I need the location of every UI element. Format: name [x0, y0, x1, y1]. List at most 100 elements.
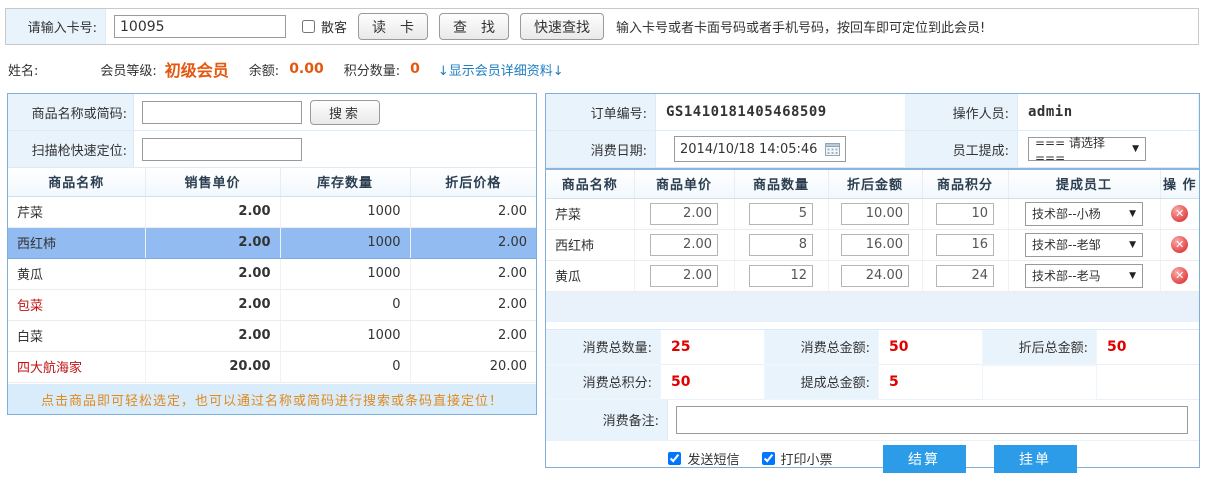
item-points-input-cell — [922, 229, 1008, 260]
item-staff-cell: 技术部--老邹▼ — [1008, 229, 1160, 260]
member-level-value: 初级会员 — [165, 57, 229, 81]
item-qty-input[interactable] — [749, 265, 813, 287]
product-name-cell: 四大航海家 — [8, 351, 145, 382]
walk-in-option[interactable]: 散客 — [302, 17, 347, 36]
staff-commission-label: 员工提成: — [906, 131, 1018, 168]
item-price-input-cell — [634, 198, 734, 229]
sale-price-cell: 2.00 — [145, 196, 280, 227]
product-row[interactable]: 包菜2.0002.00 — [8, 289, 536, 320]
chevron-down-icon: ▼ — [1129, 240, 1136, 250]
sale-price-cell: 2.00 — [145, 258, 280, 289]
card-search-bar: 请输入卡号: 散客 读 卡 查 找 快速查找 输入卡号或者卡面号码或者手机号码，… — [5, 8, 1199, 45]
discount-price-cell: 2.00 — [410, 196, 536, 227]
sale-price-cell: 2.00 — [145, 227, 280, 258]
find-button[interactable]: 查 找 — [439, 13, 509, 40]
send-sms-checkbox[interactable] — [668, 452, 681, 465]
order-item-row: 西红柿 技术部--老邹▼ ✕ — [546, 229, 1199, 260]
product-row[interactable]: 黄瓜2.0010002.00 — [8, 258, 536, 289]
item-points-input[interactable] — [936, 265, 994, 287]
commission-total-value: 5 — [879, 365, 982, 400]
consume-date-input[interactable]: 2014/10/18 14:05:46 — [674, 136, 846, 162]
product-row[interactable]: 西红柿2.0010002.00 — [8, 227, 536, 258]
item-name-cell: 黄瓜 — [546, 260, 634, 291]
sale-price-cell: 20.00 — [145, 351, 280, 382]
product-name-cell: 芹菜 — [8, 196, 145, 227]
product-search-button[interactable]: 搜索 — [310, 100, 380, 125]
item-name-cell: 芹菜 — [546, 198, 634, 229]
sale-price-cell: 2.00 — [145, 320, 280, 351]
delete-item-icon[interactable]: ✕ — [1171, 267, 1188, 284]
col-sale-price: 销售单价 — [145, 168, 280, 196]
item-staff-select[interactable]: 技术部--小杨▼ — [1025, 202, 1143, 226]
item-qty-input[interactable] — [749, 203, 813, 225]
settle-button[interactable]: 结算 — [883, 445, 966, 473]
item-amount-input[interactable] — [841, 265, 909, 287]
total-amount-value: 50 — [879, 330, 982, 365]
product-search-input[interactable] — [142, 101, 302, 124]
item-qty-input[interactable] — [749, 234, 813, 256]
discount-price-cell: 20.00 — [410, 351, 536, 382]
item-amount-input-cell — [828, 229, 922, 260]
col-item-amount: 折后金额 — [828, 170, 922, 198]
product-search-label: 商品名称或简码: — [8, 94, 134, 130]
calendar-icon[interactable] — [825, 142, 840, 156]
card-number-label: 请输入卡号: — [6, 9, 106, 44]
col-item-price: 商品单价 — [634, 170, 734, 198]
item-amount-input-cell — [828, 198, 922, 229]
col-item-points: 商品积分 — [922, 170, 1008, 198]
product-row[interactable]: 白菜2.0010002.00 — [8, 320, 536, 351]
col-item-name: 商品名称 — [546, 170, 634, 198]
chevron-down-icon: ▼ — [1132, 144, 1139, 154]
stock-qty-cell: 1000 — [280, 258, 410, 289]
order-summary: 消费总数量: 25 消费总金额: 50 折后总金额: 50 消费总积分: 50 … — [546, 329, 1199, 400]
item-qty-input-cell — [734, 260, 828, 291]
order-panel: 订单编号: GS1410181405468509 操作人员: admin 消费日… — [545, 93, 1200, 468]
order-table-header: 商品名称 商品单价 商品数量 折后金额 商品积分 提成员工 操 作 — [546, 170, 1199, 198]
quick-find-button[interactable]: 快速查找 — [520, 13, 604, 40]
show-member-detail-link[interactable]: ↓显示会员详细资料↓ — [438, 60, 564, 79]
product-panel-hint: 点击商品即可轻松选定，也可以通过名称或简码进行搜索或条码直接定位！ — [8, 384, 536, 414]
summary-empty-value — [1097, 365, 1199, 400]
item-points-input-cell — [922, 198, 1008, 229]
item-points-input[interactable] — [936, 234, 994, 256]
item-price-input[interactable] — [650, 203, 718, 225]
consume-date-cell: 2014/10/18 14:05:46 — [656, 131, 906, 168]
product-row[interactable]: 四大航海家20.00020.00 — [8, 351, 536, 382]
chevron-down-icon: ▼ — [1129, 271, 1136, 281]
staff-commission-select[interactable]: === 请选择 === ▼ — [1028, 137, 1146, 161]
staff-commission-value: === 请选择 === — [1035, 134, 1132, 165]
stock-qty-cell: 1000 — [280, 196, 410, 227]
member-name-label: 姓名: — [8, 60, 38, 79]
item-name-cell: 西红柿 — [546, 229, 634, 260]
order-table-spacer — [546, 292, 1199, 322]
item-price-input[interactable] — [650, 265, 718, 287]
walk-in-checkbox[interactable] — [302, 20, 315, 33]
card-number-input[interactable] — [114, 15, 286, 38]
read-card-button[interactable]: 读 卡 — [358, 13, 428, 40]
delete-item-icon[interactable]: ✕ — [1171, 205, 1188, 222]
remark-input[interactable] — [676, 406, 1188, 434]
hold-order-button[interactable]: 挂单 — [994, 445, 1077, 473]
item-action-cell: ✕ — [1160, 260, 1199, 291]
item-price-input-cell — [634, 229, 734, 260]
scanner-locate-input[interactable] — [142, 138, 302, 161]
item-points-input[interactable] — [936, 203, 994, 225]
order-info-grid: 订单编号: GS1410181405468509 操作人员: admin 消费日… — [546, 94, 1199, 170]
send-sms-option[interactable]: 发送短信 — [668, 449, 739, 468]
print-receipt-checkbox[interactable] — [762, 452, 775, 465]
points-value: 0 — [410, 61, 420, 77]
item-amount-input[interactable] — [841, 203, 909, 225]
operator-value: admin — [1018, 94, 1199, 131]
delete-item-icon[interactable]: ✕ — [1171, 236, 1188, 253]
product-row[interactable]: 芹菜2.0010002.00 — [8, 196, 536, 227]
item-price-input[interactable] — [650, 234, 718, 256]
discount-price-cell: 2.00 — [410, 289, 536, 320]
chevron-down-icon: ▼ — [1129, 209, 1136, 219]
item-staff-select[interactable]: 技术部--老邹▼ — [1025, 233, 1143, 257]
member-level-label: 会员等级: — [100, 60, 156, 79]
balance-value: 0.00 — [289, 61, 324, 77]
print-receipt-option[interactable]: 打印小票 — [762, 449, 833, 468]
item-staff-select[interactable]: 技术部--老马▼ — [1025, 264, 1143, 288]
item-amount-input[interactable] — [841, 234, 909, 256]
item-qty-input-cell — [734, 198, 828, 229]
